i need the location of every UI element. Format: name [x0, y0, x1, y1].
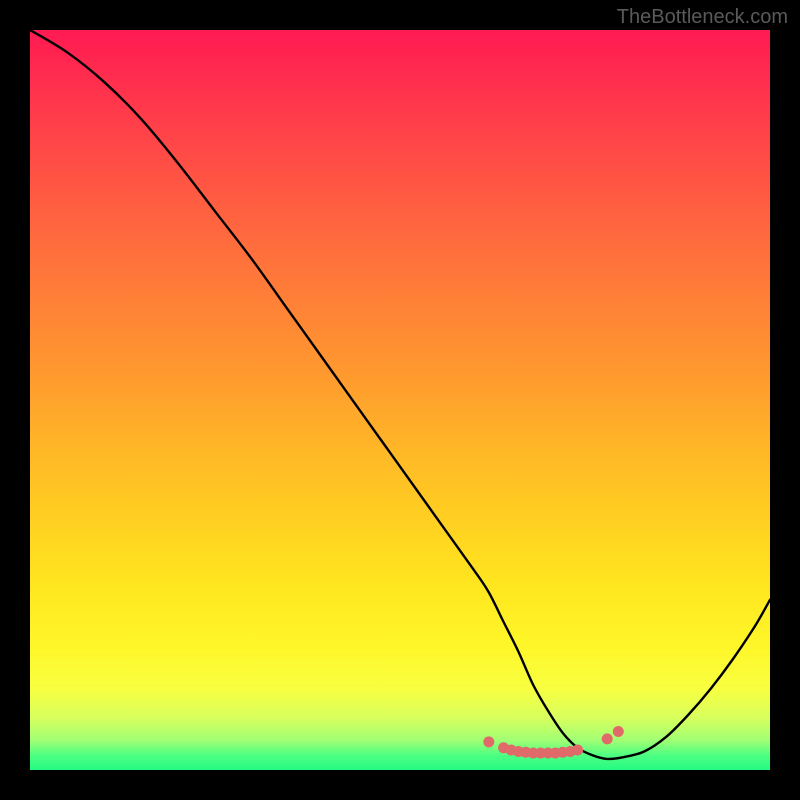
highlight-dot [483, 736, 494, 747]
chart-svg [30, 30, 770, 770]
highlight-dot [572, 745, 583, 756]
highlight-dot [602, 733, 613, 744]
plot-area [30, 30, 770, 770]
watermark-text: TheBottleneck.com [617, 6, 788, 29]
highlight-markers [483, 726, 624, 758]
highlight-dot [613, 726, 624, 737]
curve-path [30, 30, 770, 759]
